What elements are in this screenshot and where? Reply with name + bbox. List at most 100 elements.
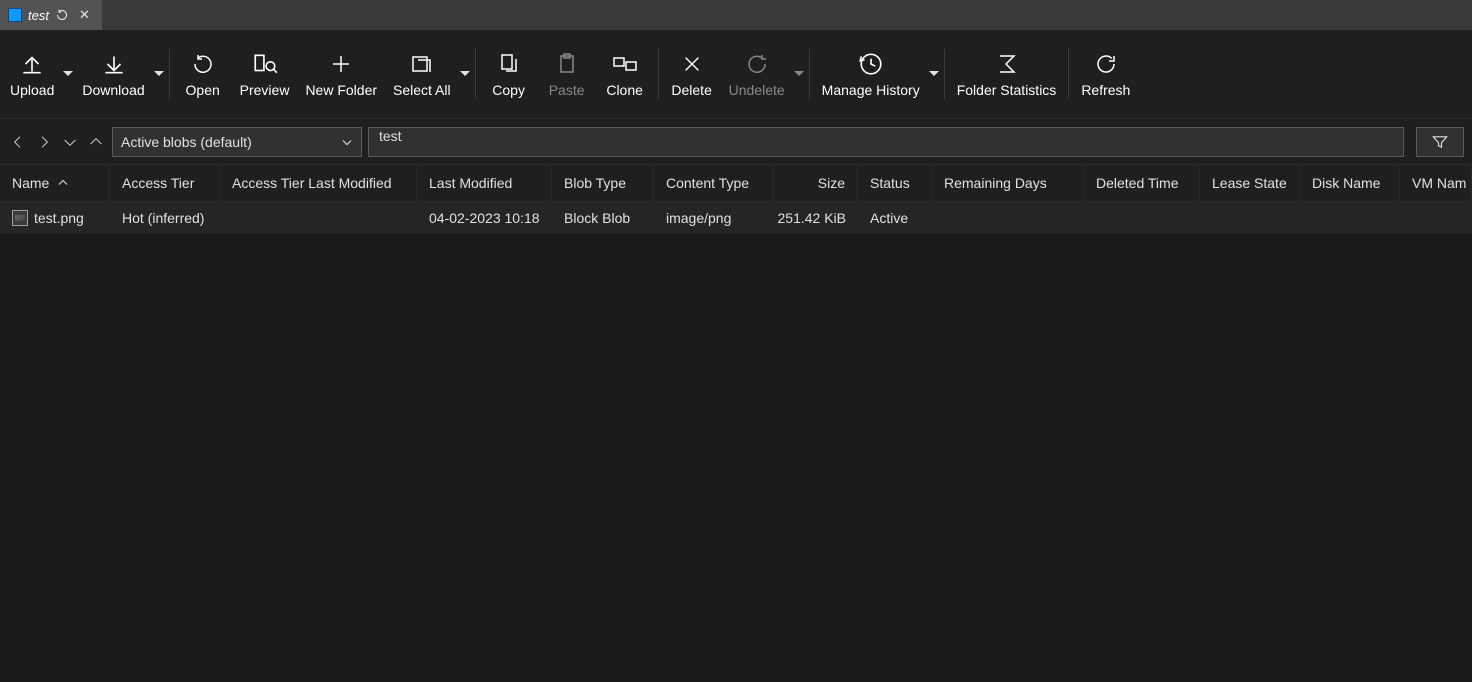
cell-size-value: 251.42 KiB: [778, 210, 847, 226]
col-content-type[interactable]: Content Type: [654, 165, 774, 201]
sigma-icon: [993, 50, 1021, 78]
history-icon: [857, 50, 885, 78]
cell-content-type: image/png: [654, 210, 774, 226]
col-remaining-days[interactable]: Remaining Days: [932, 165, 1084, 201]
breadcrumb-input[interactable]: [368, 127, 1404, 157]
nav-back-icon[interactable]: [8, 130, 28, 154]
navigation-bar: Active blobs (default): [0, 118, 1472, 164]
col-name[interactable]: Name: [0, 165, 110, 201]
select-all-button[interactable]: Select All: [385, 34, 459, 114]
copy-button[interactable]: Copy: [480, 34, 538, 114]
nav-forward-icon[interactable]: [34, 130, 54, 154]
delete-icon: [678, 50, 706, 78]
open-label: Open: [186, 82, 220, 98]
cell-last-modified-value: 04-02-2023 10:18: [429, 210, 540, 226]
new-folder-icon: [327, 50, 355, 78]
manage-history-button[interactable]: Manage History: [814, 34, 928, 114]
col-access-tier-lm[interactable]: Access Tier Last Modified: [220, 165, 417, 201]
open-button[interactable]: Open: [174, 34, 232, 114]
toolbar: Upload Download Open Preview New Folder: [0, 30, 1472, 118]
cell-access-tier-value: Hot (inferred): [122, 210, 204, 226]
upload-label: Upload: [10, 82, 54, 98]
delete-label: Delete: [671, 82, 711, 98]
toolbar-separator: [944, 49, 945, 99]
sort-asc-icon: [57, 177, 69, 189]
col-status-label: Status: [870, 175, 910, 191]
toolbar-separator: [658, 49, 659, 99]
preview-button[interactable]: Preview: [232, 34, 298, 114]
undelete-label: Undelete: [729, 82, 785, 98]
col-name-label: Name: [12, 175, 49, 191]
manage-history-label: Manage History: [822, 82, 920, 98]
open-icon: [189, 50, 217, 78]
nav-down-icon[interactable]: [60, 130, 80, 154]
col-lease-state[interactable]: Lease State: [1200, 165, 1300, 201]
copy-label: Copy: [492, 82, 525, 98]
select-all-dropdown[interactable]: [459, 34, 471, 114]
col-access-tier-label: Access Tier: [122, 175, 194, 191]
refresh-button[interactable]: Refresh: [1073, 34, 1138, 114]
table-row[interactable]: test.png Hot (inferred) 04-02-2023 10:18…: [0, 202, 1472, 234]
close-tab-icon[interactable]: ✕: [75, 7, 94, 23]
cell-blob-type: Block Blob: [552, 210, 654, 226]
chevron-down-icon: [341, 136, 353, 148]
select-all-label: Select All: [393, 82, 451, 98]
cell-size: 251.42 KiB: [774, 210, 858, 226]
col-size[interactable]: Size: [774, 165, 858, 201]
cell-status-value: Active: [870, 210, 908, 226]
col-disk-name[interactable]: Disk Name: [1300, 165, 1400, 201]
cell-last-modified: 04-02-2023 10:18: [417, 210, 552, 226]
upload-button[interactable]: Upload: [2, 34, 62, 114]
col-size-label: Size: [818, 175, 845, 191]
refresh-label: Refresh: [1081, 82, 1130, 98]
tab-test[interactable]: test ✕: [0, 0, 102, 30]
cell-name: test.png: [0, 210, 110, 226]
col-access-tier[interactable]: Access Tier: [110, 165, 220, 201]
select-all-icon: [408, 50, 436, 78]
paste-button: Paste: [538, 34, 596, 114]
clone-button[interactable]: Clone: [596, 34, 654, 114]
col-vm-name-label: VM Nam: [1412, 175, 1466, 191]
col-lease-state-label: Lease State: [1212, 175, 1287, 191]
undelete-button: Undelete: [721, 34, 793, 114]
cell-blob-type-value: Block Blob: [564, 210, 630, 226]
nav-up-icon[interactable]: [86, 130, 106, 154]
toolbar-separator: [169, 49, 170, 99]
col-content-type-label: Content Type: [666, 175, 749, 191]
col-disk-name-label: Disk Name: [1312, 175, 1380, 191]
breadcrumb-field[interactable]: [379, 128, 1393, 144]
clone-label: Clone: [606, 82, 643, 98]
download-button[interactable]: Download: [74, 34, 152, 114]
col-deleted-time[interactable]: Deleted Time: [1084, 165, 1200, 201]
paste-label: Paste: [549, 82, 585, 98]
col-status[interactable]: Status: [858, 165, 932, 201]
manage-history-dropdown[interactable]: [928, 34, 940, 114]
cell-content-type-value: image/png: [666, 210, 731, 226]
preview-icon: [251, 50, 279, 78]
col-vm-name[interactable]: VM Nam: [1400, 165, 1472, 201]
toolbar-separator: [809, 49, 810, 99]
upload-icon: [18, 50, 46, 78]
col-last-modified-label: Last Modified: [429, 175, 512, 191]
view-mode-select[interactable]: Active blobs (default): [112, 127, 362, 157]
upload-dropdown[interactable]: [62, 34, 74, 114]
folder-statistics-label: Folder Statistics: [957, 82, 1057, 98]
new-folder-button[interactable]: New Folder: [297, 34, 385, 114]
toolbar-separator: [1068, 49, 1069, 99]
download-icon: [100, 50, 128, 78]
filter-button[interactable]: [1416, 127, 1464, 157]
folder-statistics-button[interactable]: Folder Statistics: [949, 34, 1065, 114]
new-folder-label: New Folder: [305, 82, 377, 98]
blob-table: Name Access Tier Access Tier Last Modifi…: [0, 164, 1472, 682]
delete-button[interactable]: Delete: [663, 34, 721, 114]
col-blob-type-label: Blob Type: [564, 175, 626, 191]
clone-icon: [611, 50, 639, 78]
cell-name-value: test.png: [34, 210, 84, 226]
undelete-dropdown[interactable]: [793, 34, 805, 114]
cell-status: Active: [858, 210, 932, 226]
download-dropdown[interactable]: [153, 34, 165, 114]
loading-icon: [55, 8, 69, 22]
col-blob-type[interactable]: Blob Type: [552, 165, 654, 201]
refresh-icon: [1092, 50, 1120, 78]
col-last-modified[interactable]: Last Modified: [417, 165, 552, 201]
